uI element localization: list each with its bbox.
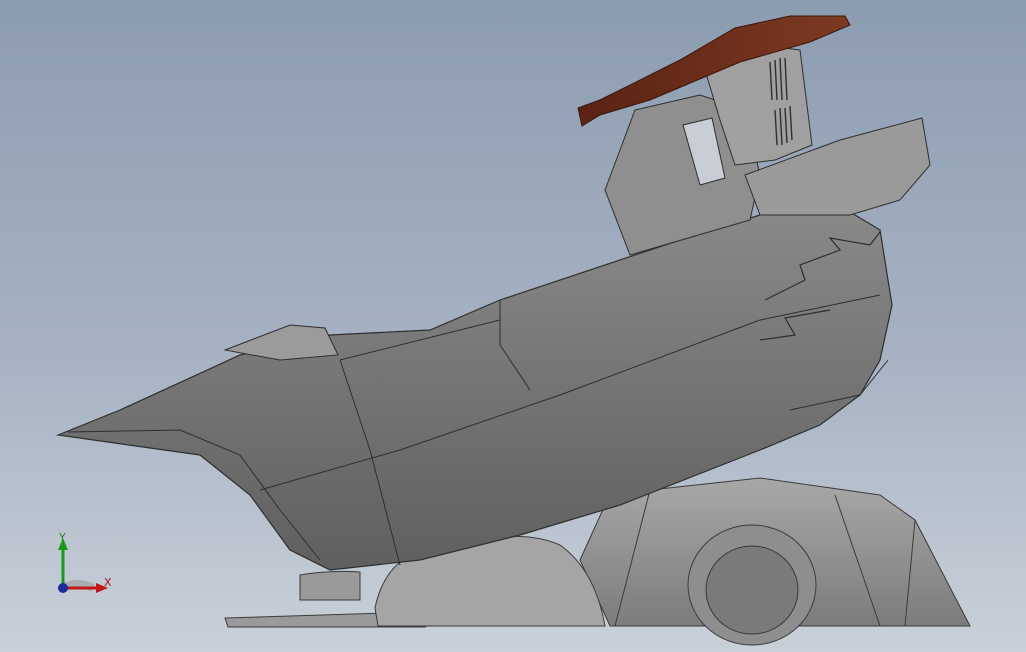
y-axis-label: Y [59,531,66,544]
3d-viewport[interactable]: Y X [0,0,1026,652]
x-axis-label: X [104,576,112,589]
ship-model[interactable] [0,0,1026,652]
triad-arrows [58,538,108,593]
axis-triad: Y X [40,528,130,608]
